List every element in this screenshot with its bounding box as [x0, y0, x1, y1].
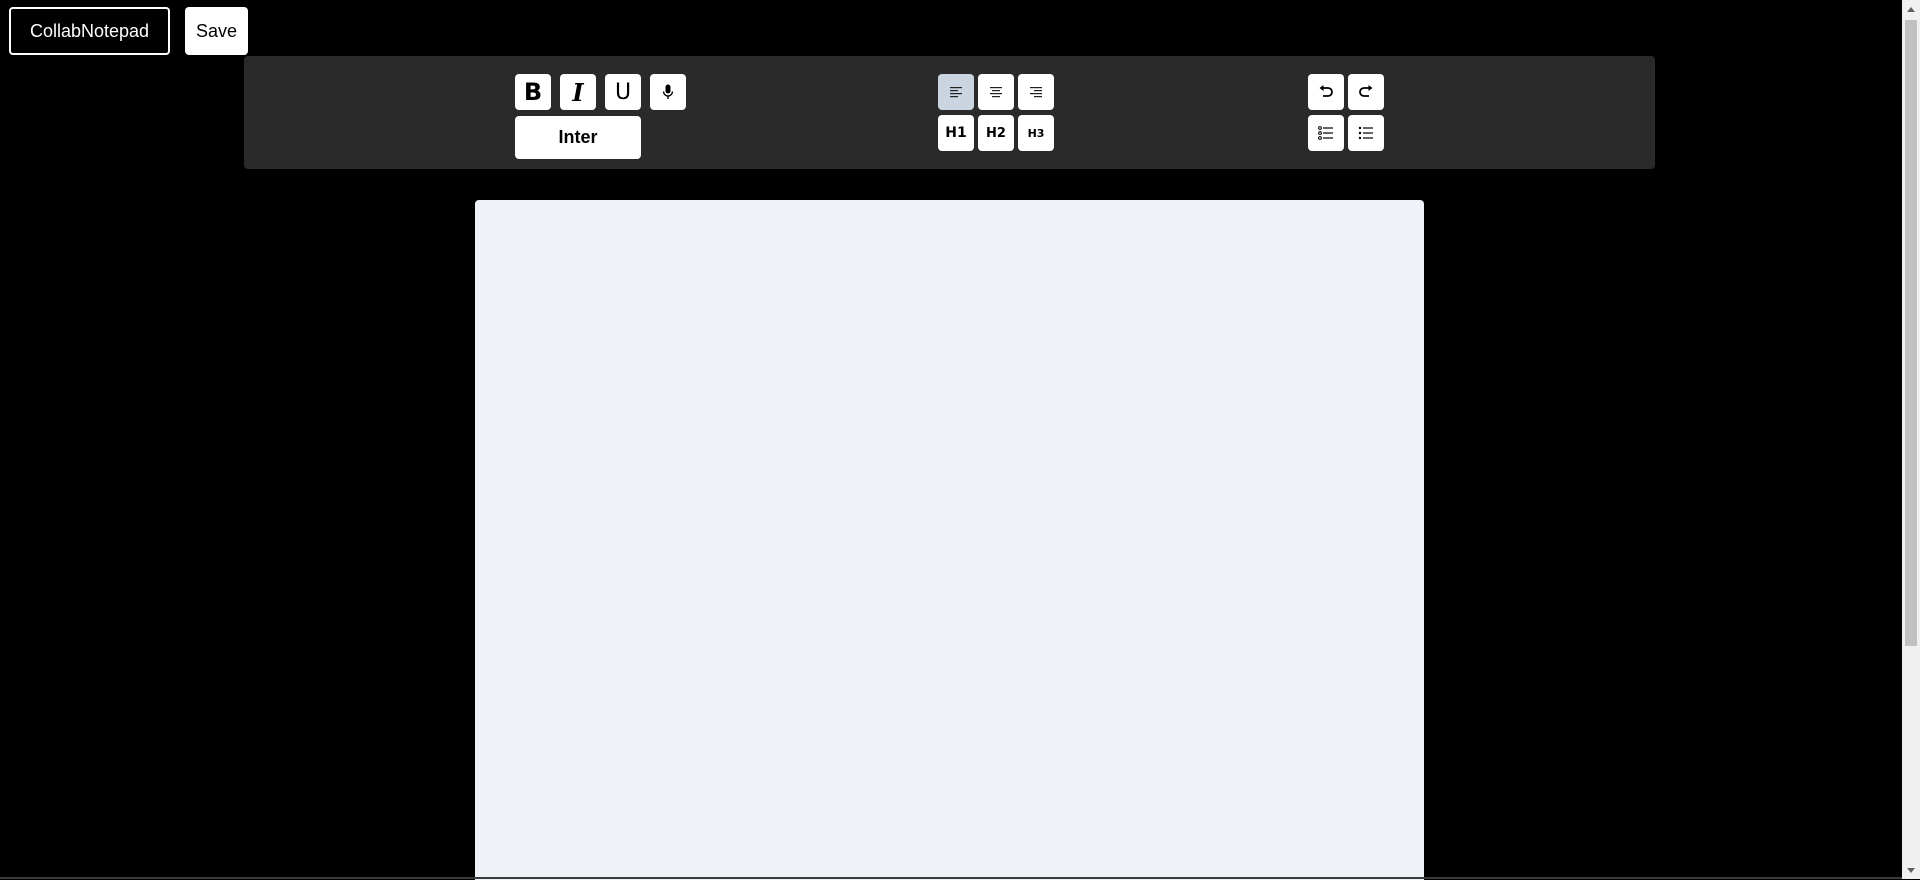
chevron-down-icon [1907, 867, 1915, 873]
bold-button[interactable]: B [515, 74, 551, 110]
align-center-button[interactable] [978, 74, 1014, 110]
microphone-icon [662, 84, 674, 99]
heading-1-label: H1 [945, 125, 967, 141]
scroll-down-arrow[interactable] [1902, 861, 1920, 879]
italic-button[interactable]: I [560, 74, 596, 110]
italic-label: I [572, 77, 584, 107]
microphone-button[interactable] [650, 74, 686, 110]
align-left-button[interactable] [938, 74, 974, 110]
align-right-icon [1030, 87, 1042, 98]
heading-3-button[interactable]: H3 [1018, 115, 1054, 151]
heading-3-label: H3 [1027, 126, 1045, 140]
redo-icon [1359, 85, 1373, 97]
redo-button[interactable] [1348, 74, 1384, 110]
editor-toolbar: B I U Inter H1 H2 H3 [244, 56, 1655, 169]
bullet-list-button[interactable] [1348, 115, 1384, 151]
save-button[interactable]: Save [185, 7, 248, 55]
bold-label: B [523, 78, 543, 106]
font-family-button[interactable]: Inter [515, 116, 641, 159]
heading-2-label: H2 [986, 125, 1006, 141]
scroll-up-arrow[interactable] [1902, 0, 1920, 18]
heading-1-button[interactable]: H1 [938, 115, 974, 151]
ordered-list-icon [1318, 126, 1333, 140]
ordered-list-button[interactable] [1308, 115, 1344, 151]
app-title-button[interactable]: CollabNotepad [9, 7, 170, 55]
underline-button[interactable]: U [605, 74, 641, 110]
align-right-button[interactable] [1018, 74, 1054, 110]
heading-2-button[interactable]: H2 [978, 115, 1014, 151]
undo-icon [1319, 85, 1333, 97]
vertical-scrollbar[interactable] [1902, 0, 1920, 879]
align-center-icon [990, 87, 1002, 98]
scroll-thumb[interactable] [1905, 20, 1917, 646]
chevron-up-icon [1907, 6, 1915, 12]
editor-area[interactable] [475, 200, 1424, 880]
underline-label: U [614, 79, 632, 105]
align-left-icon [950, 87, 962, 98]
bullet-list-icon [1358, 126, 1373, 140]
undo-button[interactable] [1308, 74, 1344, 110]
